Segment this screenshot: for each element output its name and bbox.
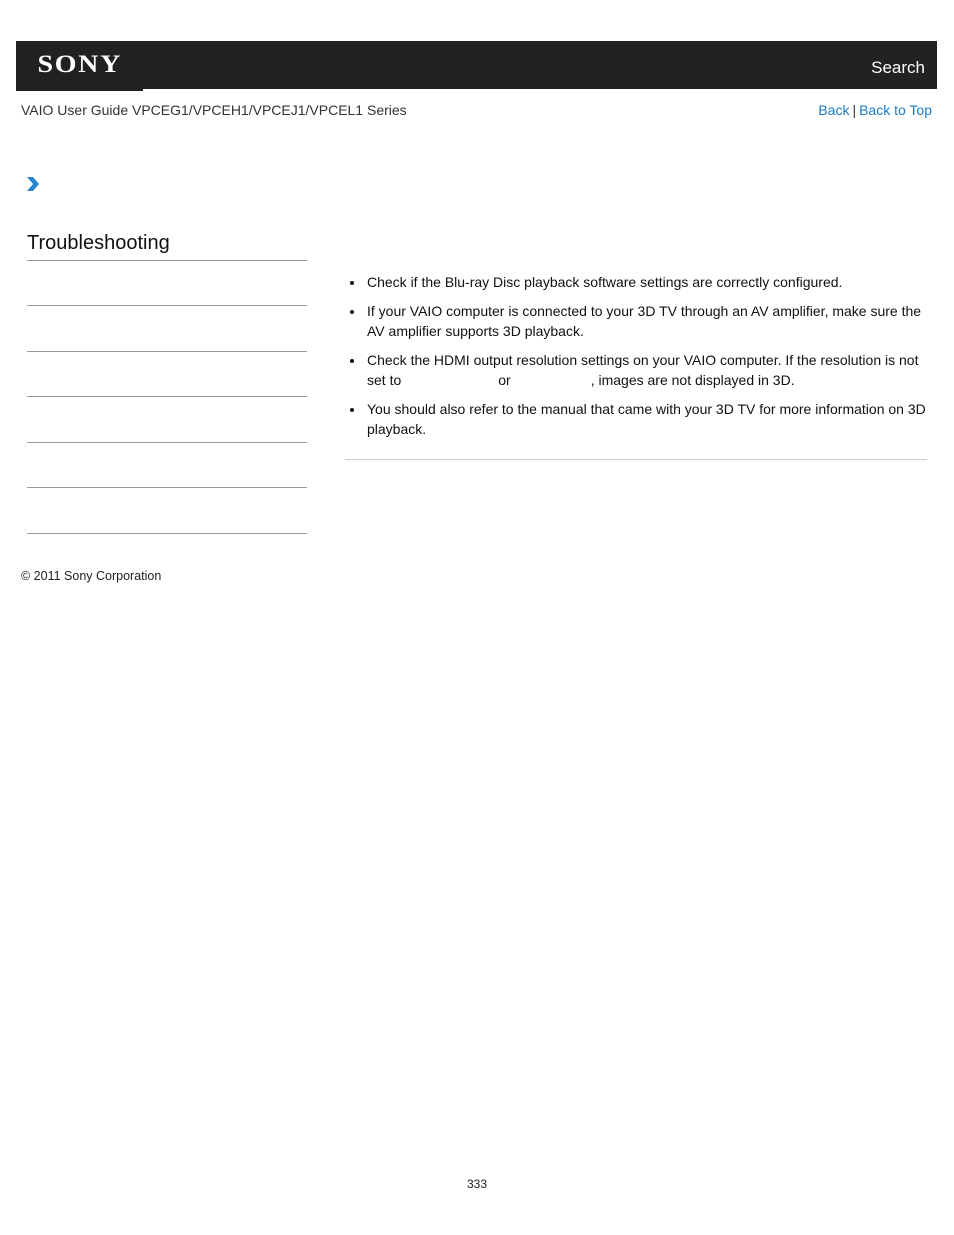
list-item: Check if the Blu-ray Disc playback softw… — [345, 272, 927, 292]
bullet-icon — [350, 408, 354, 412]
list-item-text: If your VAIO computer is connected to yo… — [367, 303, 922, 339]
main-content: Check if the Blu-ray Disc playback softw… — [345, 272, 927, 448]
list-item: You should also refer to the manual that… — [345, 399, 927, 439]
copyright: © 2011 Sony Corporation — [21, 569, 162, 583]
bullet-icon — [350, 310, 354, 314]
chevron-right-icon — [27, 177, 39, 191]
sony-logo[interactable]: SONY — [16, 41, 143, 91]
back-to-top-link[interactable]: Back to Top — [859, 102, 932, 118]
list-item: If your VAIO computer is connected to yo… — [345, 301, 927, 341]
sidebar-item[interactable] — [27, 305, 307, 306]
sidebar-item[interactable] — [27, 487, 307, 488]
sidebar-item[interactable] — [27, 533, 307, 534]
bullet-icon — [350, 359, 354, 363]
list-item: Check the HDMI output resolution setting… — [345, 350, 927, 390]
section-title: Troubleshooting — [27, 232, 170, 254]
list-item-text: You should also refer to the manual that… — [367, 401, 926, 437]
sidebar-item[interactable] — [27, 351, 307, 352]
list-item-text: Check if the Blu-ray Disc playback softw… — [367, 274, 843, 290]
sidebar-divider — [27, 260, 307, 261]
search-link[interactable]: Search — [871, 58, 925, 78]
sidebar-item[interactable] — [27, 442, 307, 443]
top-nav-links: Back | Back to Top — [818, 102, 932, 118]
content-divider — [345, 459, 927, 460]
logo-text: SONY — [37, 51, 122, 78]
tips-list: Check if the Blu-ray Disc playback softw… — [345, 272, 927, 439]
guide-title: VAIO User Guide VPCEG1/VPCEH1/VPCEJ1/VPC… — [21, 102, 407, 118]
top-header-bar — [16, 41, 937, 89]
bullet-icon — [350, 281, 354, 285]
nav-separator: | — [852, 102, 857, 118]
back-link[interactable]: Back — [818, 102, 849, 118]
list-item-text-middle: or — [498, 372, 511, 388]
sidebar-item[interactable] — [27, 396, 307, 397]
page-number: 333 — [466, 1177, 488, 1191]
list-item-text-after: , images are not displayed in 3D. — [590, 372, 795, 388]
